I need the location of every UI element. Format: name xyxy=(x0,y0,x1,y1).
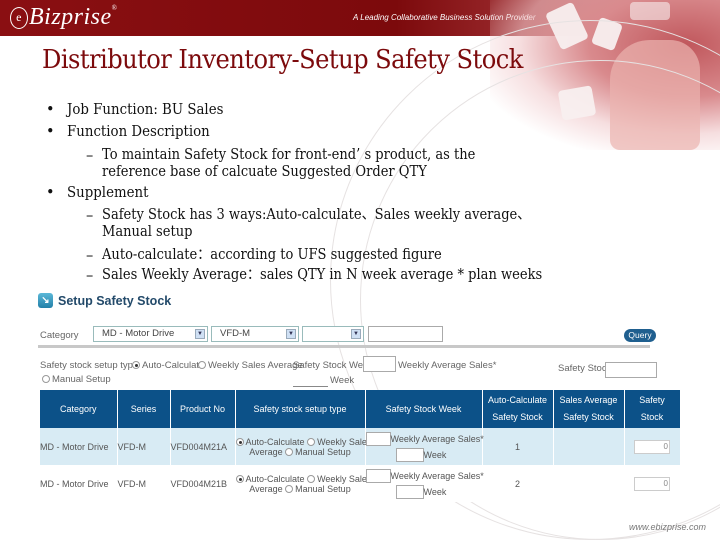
row-radio-auto-calculate[interactable]: Auto-Calculate xyxy=(235,474,305,484)
app-title: ↘ Setup Safety Stock xyxy=(38,293,171,308)
radio-icon xyxy=(285,447,294,456)
cell-series: VFD-M xyxy=(117,428,171,465)
cell-safety-stock: 0 xyxy=(624,428,681,465)
column-header-category[interactable]: Category xyxy=(40,390,118,428)
radio-icon xyxy=(198,361,206,369)
safety-stock-input[interactable] xyxy=(605,362,657,378)
arrow-down-right-icon: ↘ xyxy=(38,293,53,308)
row-radio-manual-setup[interactable]: Manual Setup xyxy=(285,484,351,494)
column-header-series[interactable]: Series xyxy=(117,390,171,428)
cell-sales-average-ss xyxy=(553,465,625,502)
row-radio-auto-calculate[interactable]: Auto-Calculate xyxy=(235,437,305,447)
safety-stock-table: Category Series Product No Safety stock … xyxy=(40,390,681,502)
cell-product-no: VFD004M21A xyxy=(170,428,236,465)
safety-stock-cell-input[interactable]: 0 xyxy=(634,439,670,454)
category-label: Category xyxy=(40,330,79,341)
column-header-product-no[interactable]: Product No xyxy=(170,390,236,428)
logo-mark: e xyxy=(10,7,28,29)
cell-auto-calculate-ss: 2 xyxy=(482,465,554,502)
safety-stock-week-input[interactable] xyxy=(363,356,396,372)
column-header-safety-stock[interactable]: Safety Stock xyxy=(624,390,681,428)
cell-setup-type: Auto-Calculate Weekly Sales Average Manu… xyxy=(235,465,371,502)
cell-series: VFD-M xyxy=(117,465,171,502)
setup-type-label: Safety stock setup type xyxy=(40,360,139,371)
category-select[interactable]: MD - Motor Drive ▼ xyxy=(93,326,208,342)
safety-stock-cell-input[interactable]: 0 xyxy=(634,476,670,491)
chevron-down-icon: ▼ xyxy=(286,329,296,339)
table-row: MD - Motor Drive VFD-M VFD004M21B Auto-C… xyxy=(40,465,681,502)
week-input[interactable] xyxy=(395,448,424,463)
row-radio-manual-setup[interactable]: Manual Setup xyxy=(285,447,351,457)
week-unit-label: Week xyxy=(330,375,355,386)
column-header-setup-type[interactable]: Safety stock setup type xyxy=(235,390,366,428)
safety-stock-label: Safety Stock xyxy=(558,363,612,374)
setup-safety-stock-screen: ↘ Setup Safety Stock Category MD - Motor… xyxy=(38,291,688,502)
query-button[interactable]: Query xyxy=(624,329,656,342)
radio-icon xyxy=(235,437,244,446)
weekly-average-input[interactable] xyxy=(365,432,391,447)
radio-icon xyxy=(132,361,140,369)
week-input[interactable] xyxy=(395,485,424,500)
safety-stock-week-label: Safety Stock Week xyxy=(293,360,374,371)
product-no-input[interactable] xyxy=(368,326,443,342)
puzzle-piece-icon xyxy=(630,2,670,20)
setup-type-row: Safety stock setup type Auto-Calculate W… xyxy=(38,353,688,393)
series-select[interactable]: VFD-M ▼ xyxy=(211,326,299,342)
radio-icon xyxy=(307,474,316,483)
radio-manual-setup[interactable]: Manual Setup xyxy=(42,374,111,385)
chevron-down-icon: ▼ xyxy=(195,329,205,339)
ebizprise-logo: e Bizprise® xyxy=(10,4,118,31)
weekly-average-sales-label: Weekly Average Sales* xyxy=(398,360,497,371)
week-underline-input[interactable] xyxy=(293,386,328,387)
product-select[interactable]: ▼ xyxy=(302,326,364,342)
cell-product-no: VFD004M21B xyxy=(170,465,236,502)
column-header-sales-average-ss[interactable]: Sales Average Safety Stock xyxy=(553,390,625,428)
row-radio-weekly-sales[interactable]: Weekly Sales xyxy=(307,474,371,484)
cell-safety-stock-week: Weekly Average Sales* Week xyxy=(365,465,484,502)
filter-row: Category MD - Motor Drive ▼ VFD-M ▼ ▼ xyxy=(38,326,688,346)
weekly-average-input[interactable] xyxy=(365,469,391,484)
slide-title: Distributor Inventory-Setup Safety Stock xyxy=(42,45,523,75)
table-header-row: Category Series Product No Safety stock … xyxy=(40,390,681,428)
radio-weekly-sales-average[interactable]: Weekly Sales Average xyxy=(198,360,303,371)
footer-url: www.ebizprise.com xyxy=(628,522,706,532)
divider xyxy=(38,345,650,348)
column-header-safety-stock-week[interactable]: Safety Stock Week xyxy=(365,390,483,428)
column-header-auto-calculate-ss[interactable]: Auto-Calculate Safety Stock xyxy=(482,390,554,428)
cell-category: MD - Motor Drive xyxy=(40,428,118,465)
radio-icon xyxy=(285,484,294,493)
cell-safety-stock-week: Weekly Average Sales* Week xyxy=(365,428,484,465)
cell-safety-stock: 0 xyxy=(624,465,681,502)
chevron-down-icon: ▼ xyxy=(351,329,361,339)
radio-icon xyxy=(42,375,50,383)
cell-setup-type: Auto-Calculate Weekly Sales Average Manu… xyxy=(235,428,371,465)
cell-sales-average-ss xyxy=(553,428,625,465)
table-row: MD - Motor Drive VFD-M VFD004M21A Auto-C… xyxy=(40,428,681,465)
cell-auto-calculate-ss: 1 xyxy=(482,428,554,465)
radio-icon xyxy=(307,437,316,446)
cell-category: MD - Motor Drive xyxy=(40,465,118,502)
row-radio-weekly-sales[interactable]: Weekly Sales xyxy=(307,437,371,447)
radio-icon xyxy=(235,474,244,483)
radio-auto-calculate[interactable]: Auto-Calculate xyxy=(132,360,204,371)
